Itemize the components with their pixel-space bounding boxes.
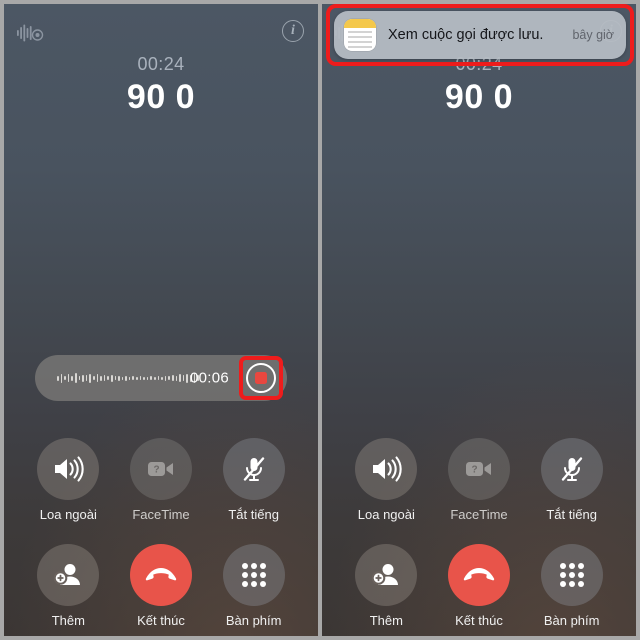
- end-call-button[interactable]: Kết thúc: [115, 544, 208, 628]
- call-controls-row-1: Loa ngoài ? FaceTime Tắt tiếng: [4, 438, 318, 522]
- svg-text:?: ?: [153, 465, 159, 476]
- video-question-icon: ?: [447, 438, 510, 500]
- stop-record-icon[interactable]: [246, 363, 276, 393]
- keypad-icon: [540, 544, 603, 606]
- waveform-icon: [57, 371, 199, 385]
- call-controls-row-2: Thêm Kết thúc Bàn phím: [322, 544, 636, 628]
- phone-screen-right: i 00:24 90 0 Loa ngoài: [322, 4, 636, 636]
- speaker-button-label: Loa ngoài: [357, 507, 415, 522]
- speaker-button[interactable]: Loa ngoài: [340, 438, 433, 522]
- facetime-button-label: FaceTime: [450, 507, 508, 522]
- mute-button[interactable]: Tắt tiếng: [525, 438, 618, 522]
- add-call-button[interactable]: Thêm: [22, 544, 115, 628]
- microphone-slash-icon: [222, 438, 285, 500]
- add-call-button-label: Thêm: [51, 613, 85, 628]
- call-recording-bar[interactable]: 00:06: [35, 355, 287, 401]
- statusbar-left: i: [4, 18, 318, 48]
- notification-message: Xem cuộc gọi được lưu.: [388, 27, 544, 43]
- speaker-button[interactable]: Loa ngoài: [22, 438, 115, 522]
- notification-banner[interactable]: Xem cuộc gọi được lưu. bây giờ: [334, 11, 626, 59]
- keypad-icon: [222, 544, 285, 606]
- facetime-button[interactable]: ? FaceTime: [115, 438, 208, 522]
- speaker-icon: [37, 438, 100, 500]
- call-controls-row-2: Thêm Kết thúc Bàn phím: [4, 544, 318, 628]
- recording-elapsed-time: 00:06: [189, 369, 229, 387]
- video-question-icon: ?: [129, 438, 192, 500]
- call-timer: 00:24: [137, 54, 185, 74]
- facetime-button[interactable]: ? FaceTime: [433, 438, 526, 522]
- screenshot-root: i 00:24 90 0 00:06 Loa ngoài ? FaceTime …: [0, 0, 640, 640]
- svg-text:?: ?: [471, 465, 477, 476]
- notification-time: bây giờ: [572, 28, 614, 42]
- mute-button-label: Tắt tiếng: [546, 507, 597, 522]
- person-add-icon: [355, 544, 418, 606]
- notes-app-icon: [344, 19, 376, 51]
- keypad-button-label: Bàn phím: [225, 613, 282, 628]
- phone-down-icon: [129, 544, 192, 606]
- call-number: 90 0: [444, 78, 514, 116]
- mute-button-label: Tắt tiếng: [228, 507, 279, 522]
- end-call-button[interactable]: Kết thúc: [433, 544, 526, 628]
- facetime-button-label: FaceTime: [132, 507, 190, 522]
- info-circle-icon[interactable]: i: [282, 20, 304, 42]
- stop-recording-highlight: [239, 356, 283, 400]
- keypad-button[interactable]: Bàn phím: [207, 544, 300, 628]
- speaker-icon: [355, 438, 418, 500]
- end-call-button-label: Kết thúc: [137, 613, 185, 628]
- phone-down-icon: [447, 544, 510, 606]
- add-call-button-label: Thêm: [369, 613, 403, 628]
- end-call-button-label: Kết thúc: [455, 613, 503, 628]
- keypad-button-label: Bàn phím: [543, 613, 600, 628]
- add-call-button[interactable]: Thêm: [340, 544, 433, 628]
- microphone-slash-icon: [540, 438, 603, 500]
- audio-waveform-recording-icon: [16, 22, 46, 44]
- person-add-icon: [37, 544, 100, 606]
- mute-button[interactable]: Tắt tiếng: [207, 438, 300, 522]
- call-number: 90 0: [126, 78, 196, 116]
- phone-screen-left: i 00:24 90 0 00:06 Loa ngoài ? FaceTime …: [4, 4, 318, 636]
- speaker-button-label: Loa ngoài: [39, 507, 97, 522]
- keypad-button[interactable]: Bàn phím: [525, 544, 618, 628]
- call-controls-row-1: Loa ngoài ? FaceTime Tắt tiếng: [322, 438, 636, 522]
